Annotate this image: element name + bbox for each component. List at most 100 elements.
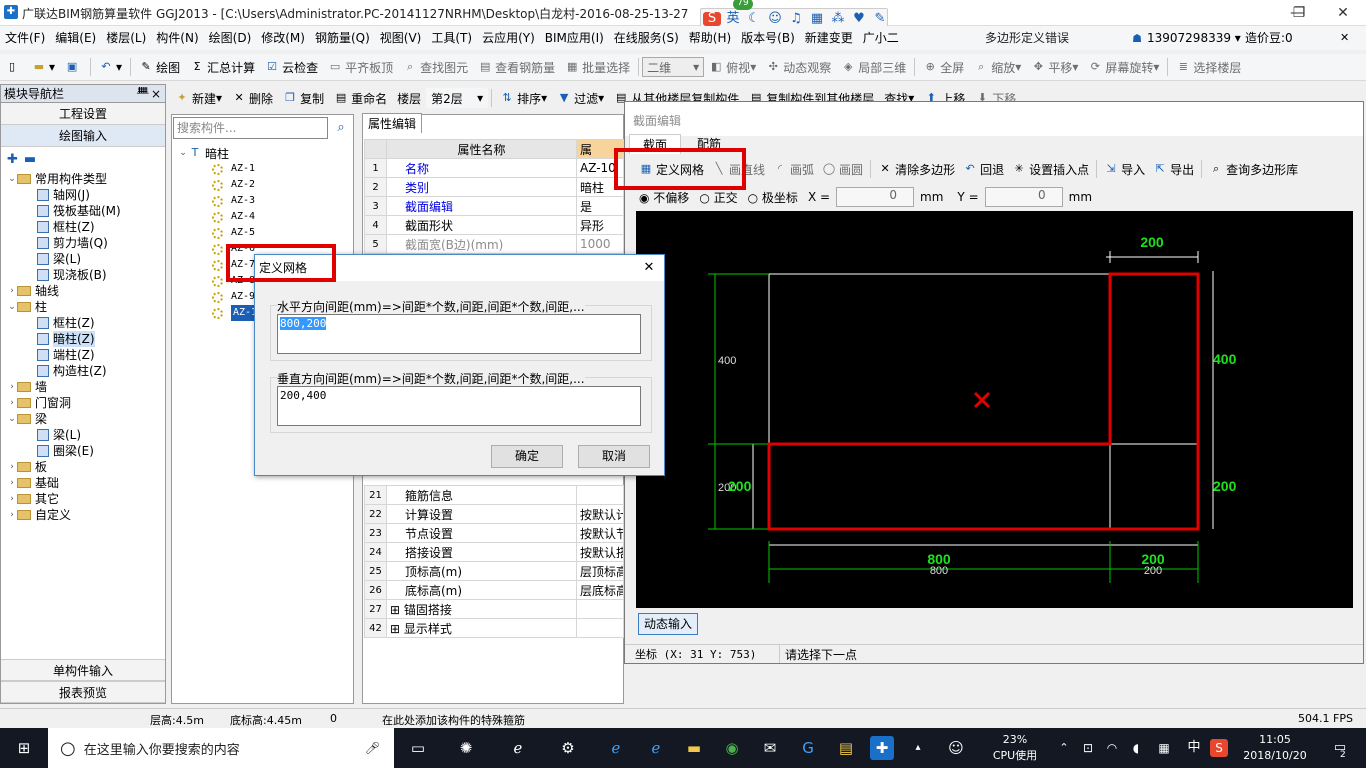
property-row[interactable]: 1 名称 AZ-10 — [364, 158, 624, 178]
new-file-button[interactable]: ▯ — [0, 54, 27, 81]
export-button[interactable]: ⇱ 导出 — [1149, 156, 1198, 182]
menu-item[interactable]: 构件(N) — [151, 26, 203, 50]
moon-icon[interactable]: ☾ — [745, 12, 763, 26]
save-button[interactable]: ▣ — [60, 54, 87, 81]
sogou-tray-icon[interactable]: S — [1210, 739, 1228, 757]
expand-icon[interactable]: › — [7, 379, 17, 395]
wifi-icon[interactable]: ◠ — [1100, 736, 1124, 760]
menu-item[interactable]: 修改(M) — [256, 26, 310, 50]
menu-item[interactable]: 云应用(Y) — [477, 26, 540, 50]
property-row[interactable]: 25 顶标高(m) 层顶标高 — [364, 561, 624, 581]
nav-tree-item[interactable]: 梁(L) — [7, 251, 165, 267]
expand-icon[interactable]: › — [7, 283, 17, 299]
ie-browser-icon[interactable]: ℯ — [644, 736, 668, 760]
nav-tree-item[interactable]: 端柱(Z) — [7, 347, 165, 363]
property-value[interactable]: 暗柱 — [576, 177, 624, 197]
property-value[interactable] — [576, 618, 624, 638]
expand-icon[interactable]: › — [7, 507, 17, 523]
property-value[interactable]: 层顶标高 — [576, 561, 624, 581]
user-phone[interactable]: ☗ 13907298339 ▾ — [1130, 26, 1241, 50]
fan-app-icon[interactable]: ✺ — [454, 736, 478, 760]
undo-button[interactable]: ↶ ▾ — [94, 54, 127, 81]
task-view-icon[interactable]: ▭ — [406, 736, 430, 760]
windows-start-icon[interactable]: ⊞ — [12, 736, 36, 760]
delete-button[interactable]: ✕ 删除 — [227, 85, 278, 112]
tab-section[interactable]: 截面 — [629, 134, 681, 154]
y-input[interactable]: 0 — [984, 187, 1063, 207]
component-item[interactable]: AZ-5 — [212, 225, 265, 241]
menu-item[interactable]: BIM应用(I) — [540, 26, 609, 50]
grid-icon[interactable]: ⁂ — [829, 12, 847, 26]
wrench-icon[interactable]: ✎ — [871, 12, 889, 26]
nav-folder[interactable]: › 基础 — [7, 475, 165, 491]
ime-lang-indicator[interactable]: 中 — [1182, 736, 1206, 760]
menu-item[interactable]: 广小二 — [858, 26, 904, 50]
nav-folder[interactable]: › 门窗洞 — [7, 395, 165, 411]
edge-icon[interactable]: ℯ — [604, 736, 628, 760]
orbit-button[interactable]: ✣ 动态观察 — [761, 54, 836, 81]
property-value[interactable]: AZ-10 — [576, 158, 624, 178]
emoji-icon[interactable]: ☺ — [766, 12, 784, 26]
property-row[interactable]: 24 搭接设置 按默认搭 — [364, 542, 624, 562]
nav-close-icon[interactable]: × — [151, 85, 165, 103]
x-input[interactable]: 0 — [836, 187, 915, 207]
section-canvas[interactable]: 200 400 200 200 400 200 800 800 200 200 — [636, 211, 1353, 608]
top-view-button[interactable]: ◧ 俯视 ▾ — [704, 54, 761, 81]
property-value[interactable] — [576, 485, 624, 505]
menu-item[interactable]: 绘图(D) — [204, 26, 257, 50]
property-row[interactable]: 27 ⊞ 锚固搭接 — [364, 599, 624, 619]
single-input-button[interactable]: 单构件输入 — [1, 659, 165, 681]
property-value[interactable]: 按默认计 — [576, 504, 624, 524]
expand-icon[interactable]: › — [7, 459, 17, 475]
property-row[interactable]: 21 箍筋信息 — [364, 485, 624, 505]
dialog-close-icon[interactable]: ✕ — [634, 255, 664, 281]
property-value[interactable]: 是 — [576, 196, 624, 216]
keyboard-tray-icon[interactable]: ▦ — [1152, 736, 1176, 760]
nav-tree-item[interactable]: 圈梁(E) — [7, 443, 165, 459]
nav-tree-item[interactable]: 构造柱(Z) — [7, 363, 165, 379]
taskbar-search-box[interactable]: ○ 在这里输入你要搜索的内容 🎤︎ — [48, 728, 394, 768]
cloud-check-button[interactable]: ☑ 云检查 — [260, 54, 323, 81]
dynamic-input-button[interactable]: 动态输入 — [638, 613, 698, 635]
nav-folder[interactable]: › 板 — [7, 459, 165, 475]
mail-icon[interactable]: ✉ — [758, 736, 782, 760]
volume-icon[interactable]: ◖ — [1124, 736, 1148, 760]
notes-icon[interactable]: ▤ — [834, 736, 858, 760]
nav-tree-item[interactable]: 暗柱(Z) — [7, 331, 165, 347]
app-green-icon[interactable]: ◉ — [720, 736, 744, 760]
nav-tree-item[interactable]: 框柱(Z) — [7, 315, 165, 331]
define-grid-button[interactable]: ▦ 定义网格 — [635, 156, 708, 182]
radio-ortho[interactable]: ○ 正交 — [699, 189, 737, 206]
collapse-icon[interactable]: ⌄ — [178, 148, 188, 158]
nav-tree-item[interactable]: 筏板基础(M) — [7, 203, 165, 219]
property-row[interactable]: 22 计算设置 按默认计 — [364, 504, 624, 524]
property-value[interactable]: 按默认节 — [576, 523, 624, 543]
expand-icon[interactable]: › — [7, 475, 17, 491]
flat-top-button[interactable]: ▭ 平齐板顶 — [323, 54, 398, 81]
tray-chevron-icon[interactable]: ⌃ — [1052, 736, 1076, 760]
floor-select[interactable]: 第2层 ▾ — [426, 88, 489, 108]
menu-item[interactable]: 楼层(L) — [101, 26, 151, 50]
view-rebar-button[interactable]: ▤ 查看钢筋量 — [473, 54, 560, 81]
undo-step-button[interactable]: ↶ 回退 — [959, 156, 1008, 182]
draw-arc-button[interactable]: ◜ 画弧 — [769, 156, 818, 182]
zoom-button[interactable]: ⌕ 缩放 ▾ — [969, 54, 1026, 81]
nav-tree-item[interactable]: 现浇板(B) — [7, 267, 165, 283]
component-item[interactable]: AZ-4 — [212, 209, 265, 225]
property-value[interactable] — [576, 599, 624, 619]
taskbar-scroll-icon[interactable]: ▴ — [906, 736, 930, 760]
tab-rebar[interactable]: 配筋 — [683, 134, 735, 154]
full-screen-button[interactable]: ⊕ 全屏 — [918, 54, 969, 81]
nav-tree-item[interactable]: 梁(L) — [7, 427, 165, 443]
file-explorer-icon[interactable]: ▬ — [682, 736, 706, 760]
menu-item[interactable]: 版本号(B) — [736, 26, 800, 50]
local-3d-button[interactable]: ◈ 局部三维 — [836, 54, 911, 81]
radio-polar[interactable]: ○ 极坐标 — [748, 189, 798, 206]
property-row[interactable]: 3 截面编辑 是 — [364, 196, 624, 216]
sum-button[interactable]: Σ 汇总计算 — [185, 54, 260, 81]
open-button[interactable]: ▬ ▾ — [27, 54, 60, 81]
component-search-input[interactable]: 搜索构件... — [173, 117, 328, 139]
find-element-button[interactable]: ⌕ 查找图元 — [398, 54, 473, 81]
sogou-icon[interactable]: S — [703, 12, 721, 26]
nav-folder[interactable]: ⌄ 梁 — [7, 411, 165, 427]
